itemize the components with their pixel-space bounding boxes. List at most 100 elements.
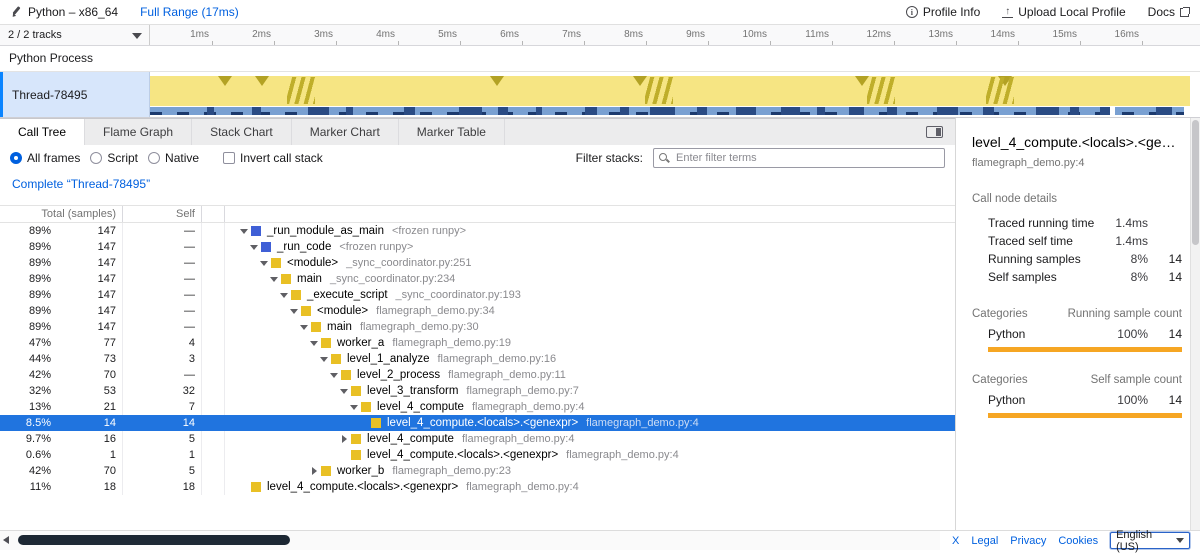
twisty-icon[interactable] bbox=[319, 354, 329, 364]
radio-native[interactable]: Native bbox=[148, 151, 199, 165]
frame-file-link[interactable]: flamegraph_demo.py:30 bbox=[360, 321, 479, 333]
tab-flame-graph[interactable]: Flame Graph bbox=[85, 119, 192, 145]
call-tree-row[interactable]: 8.5% 14 14 level_4_compute.<locals>.<gen… bbox=[0, 415, 955, 431]
column-header-self[interactable]: Self bbox=[123, 206, 202, 222]
call-tree-row[interactable]: 9.7% 16 5 level_4_compute flamegraph_dem… bbox=[0, 431, 955, 447]
twisty-icon[interactable] bbox=[349, 402, 359, 412]
twisty-icon[interactable] bbox=[269, 274, 279, 284]
sample-block bbox=[252, 107, 261, 115]
frame-file-link[interactable]: flamegraph_demo.py:7 bbox=[466, 385, 579, 397]
frame-file-link[interactable]: <frozen runpy> bbox=[339, 241, 413, 253]
call-tree-row[interactable]: 32% 53 32 level_3_transform flamegraph_d… bbox=[0, 383, 955, 399]
twisty-icon[interactable] bbox=[359, 418, 369, 428]
call-tree-row[interactable]: 89% 147 — _run_module_as_main <frozen ru… bbox=[0, 223, 955, 239]
frame-file-link[interactable]: flamegraph_demo.py:4 bbox=[586, 417, 699, 429]
frame-file-link[interactable]: flamegraph_demo.py:4 bbox=[472, 401, 585, 413]
sidebar-toggle-icon[interactable] bbox=[926, 126, 943, 138]
twisty-icon[interactable] bbox=[329, 370, 339, 380]
thread-track-canvas[interactable] bbox=[150, 76, 1190, 117]
call-tree-row[interactable]: 44% 73 3 level_1_analyze flamegraph_demo… bbox=[0, 351, 955, 367]
radio-all-frames[interactable]: All frames bbox=[10, 151, 80, 165]
track-marker-icon[interactable] bbox=[490, 76, 504, 86]
twisty-icon[interactable] bbox=[239, 226, 249, 236]
frame-file-link[interactable]: flamegraph_demo.py:23 bbox=[392, 465, 511, 477]
frame-file-link[interactable]: flamegraph_demo.py:4 bbox=[462, 433, 575, 445]
call-node-sidebar: level_4_compute.<locals>.<genexpr> flame… bbox=[955, 118, 1190, 530]
twisty-icon[interactable] bbox=[339, 434, 349, 444]
tab-stack-chart[interactable]: Stack Chart bbox=[192, 119, 292, 145]
call-tree-row[interactable]: 89% 147 — main _sync_coordinator.py:234 bbox=[0, 271, 955, 287]
frame-file-link[interactable]: flamegraph_demo.py:34 bbox=[376, 305, 495, 317]
frame-file-link[interactable]: flamegraph_demo.py:11 bbox=[448, 369, 566, 381]
call-tree-row[interactable]: 89% 147 — _execute_script _sync_coordina… bbox=[0, 287, 955, 303]
track-marker-hatch bbox=[986, 77, 1014, 104]
call-tree-row[interactable]: 89% 147 — <module> flamegraph_demo.py:34 bbox=[0, 303, 955, 319]
footer-link-x[interactable]: X bbox=[952, 535, 959, 547]
twisty-icon[interactable] bbox=[249, 242, 259, 252]
twisty-icon[interactable] bbox=[299, 322, 309, 332]
twisty-icon[interactable] bbox=[259, 258, 269, 268]
edit-profile-name-icon[interactable] bbox=[10, 6, 22, 18]
call-tree-row[interactable]: 47% 77 4 worker_a flamegraph_demo.py:19 bbox=[0, 335, 955, 351]
tab-marker-chart[interactable]: Marker Chart bbox=[292, 119, 399, 145]
frame-file-link[interactable]: flamegraph_demo.py:16 bbox=[437, 353, 556, 365]
profile-name[interactable]: Python – x86_64 bbox=[28, 5, 118, 19]
frame-file-link[interactable]: flamegraph_demo.py:19 bbox=[392, 337, 511, 349]
scroll-left-arrow-icon[interactable] bbox=[3, 536, 9, 544]
track-activity-band[interactable] bbox=[150, 76, 1190, 106]
twisty-icon[interactable] bbox=[339, 450, 349, 460]
track-marker-icon[interactable] bbox=[255, 76, 269, 86]
vertical-scrollbar[interactable] bbox=[1190, 118, 1200, 530]
call-tree-row[interactable]: 0.6% 1 1 level_4_compute.<locals>.<genex… bbox=[0, 447, 955, 463]
ruler-ticks[interactable]: 1ms2ms3ms4ms5ms6ms7ms8ms9ms10ms11ms12ms1… bbox=[150, 25, 1200, 45]
call-tree-row[interactable]: 89% 147 — _run_code <frozen runpy> bbox=[0, 239, 955, 255]
filter-stacks-input[interactable] bbox=[653, 148, 945, 168]
frame-file-link[interactable]: flamegraph_demo.py:4 bbox=[566, 449, 679, 461]
track-marker-icon[interactable] bbox=[218, 76, 232, 86]
footer-link-legal[interactable]: Legal bbox=[971, 535, 998, 547]
call-tree-row[interactable]: 42% 70 — level_2_process flamegraph_demo… bbox=[0, 367, 955, 383]
sample-block bbox=[887, 107, 896, 115]
row-total-percent: 13% bbox=[0, 401, 55, 413]
twisty-icon[interactable] bbox=[309, 338, 319, 348]
language-select[interactable]: English (US) bbox=[1110, 532, 1190, 549]
thread-track-label[interactable]: Thread-78495 bbox=[3, 72, 150, 117]
tracks-dropdown[interactable]: 2 / 2 tracks bbox=[0, 25, 150, 45]
footer-link-privacy[interactable]: Privacy bbox=[1010, 535, 1046, 547]
twisty-icon[interactable] bbox=[289, 306, 299, 316]
call-tree-row[interactable]: 89% 147 — <module> _sync_coordinator.py:… bbox=[0, 255, 955, 271]
twisty-icon[interactable] bbox=[239, 482, 249, 492]
call-tree-row[interactable]: 13% 21 7 level_4_compute flamegraph_demo… bbox=[0, 399, 955, 415]
tab-call-tree[interactable]: Call Tree bbox=[0, 119, 85, 145]
invert-call-stack-checkbox[interactable]: Invert call stack bbox=[223, 151, 323, 165]
horizontal-scrollbar[interactable] bbox=[0, 530, 940, 550]
twisty-icon[interactable] bbox=[309, 466, 319, 476]
twisty-icon[interactable] bbox=[339, 386, 349, 396]
vertical-scrollbar-thumb[interactable] bbox=[1192, 120, 1199, 245]
column-header-total[interactable]: Total (samples) bbox=[0, 206, 123, 222]
horizontal-scrollbar-thumb[interactable] bbox=[18, 535, 290, 545]
call-node-details-header: Call node details bbox=[972, 193, 1182, 205]
frame-file-link[interactable]: flamegraph_demo.py:4 bbox=[466, 481, 579, 493]
call-tree-row[interactable]: 42% 70 5 worker_b flamegraph_demo.py:23 bbox=[0, 463, 955, 479]
process-track-header[interactable]: Python Process bbox=[0, 46, 1200, 72]
frame-file-link[interactable]: <frozen runpy> bbox=[392, 225, 466, 237]
call-tree-row[interactable]: 89% 147 — main flamegraph_demo.py:30 bbox=[0, 319, 955, 335]
frame-file-link[interactable]: _sync_coordinator.py:234 bbox=[330, 273, 455, 285]
range-breadcrumb[interactable]: Complete “Thread-78495” bbox=[12, 177, 150, 191]
twisty-icon[interactable] bbox=[279, 290, 289, 300]
full-range-link[interactable]: Full Range (17ms) bbox=[140, 5, 239, 19]
thread-name: Thread-78495 bbox=[12, 88, 87, 102]
radio-script[interactable]: Script bbox=[90, 151, 138, 165]
upload-profile-button[interactable]: ↑ Upload Local Profile bbox=[1002, 5, 1125, 19]
call-tree-row[interactable]: 11% 18 18 level_4_compute.<locals>.<gene… bbox=[0, 479, 955, 495]
frame-name: worker_b bbox=[337, 465, 384, 477]
frame-file-link[interactable]: _sync_coordinator.py:193 bbox=[396, 289, 521, 301]
upload-label: Upload Local Profile bbox=[1018, 5, 1125, 19]
docs-button[interactable]: Docs bbox=[1148, 5, 1190, 19]
track-samples[interactable] bbox=[150, 107, 1190, 115]
tab-marker-table[interactable]: Marker Table bbox=[399, 119, 505, 145]
footer-link-cookies[interactable]: Cookies bbox=[1058, 535, 1098, 547]
frame-file-link[interactable]: _sync_coordinator.py:251 bbox=[346, 257, 471, 269]
profile-info-button[interactable]: i Profile Info bbox=[906, 5, 980, 19]
